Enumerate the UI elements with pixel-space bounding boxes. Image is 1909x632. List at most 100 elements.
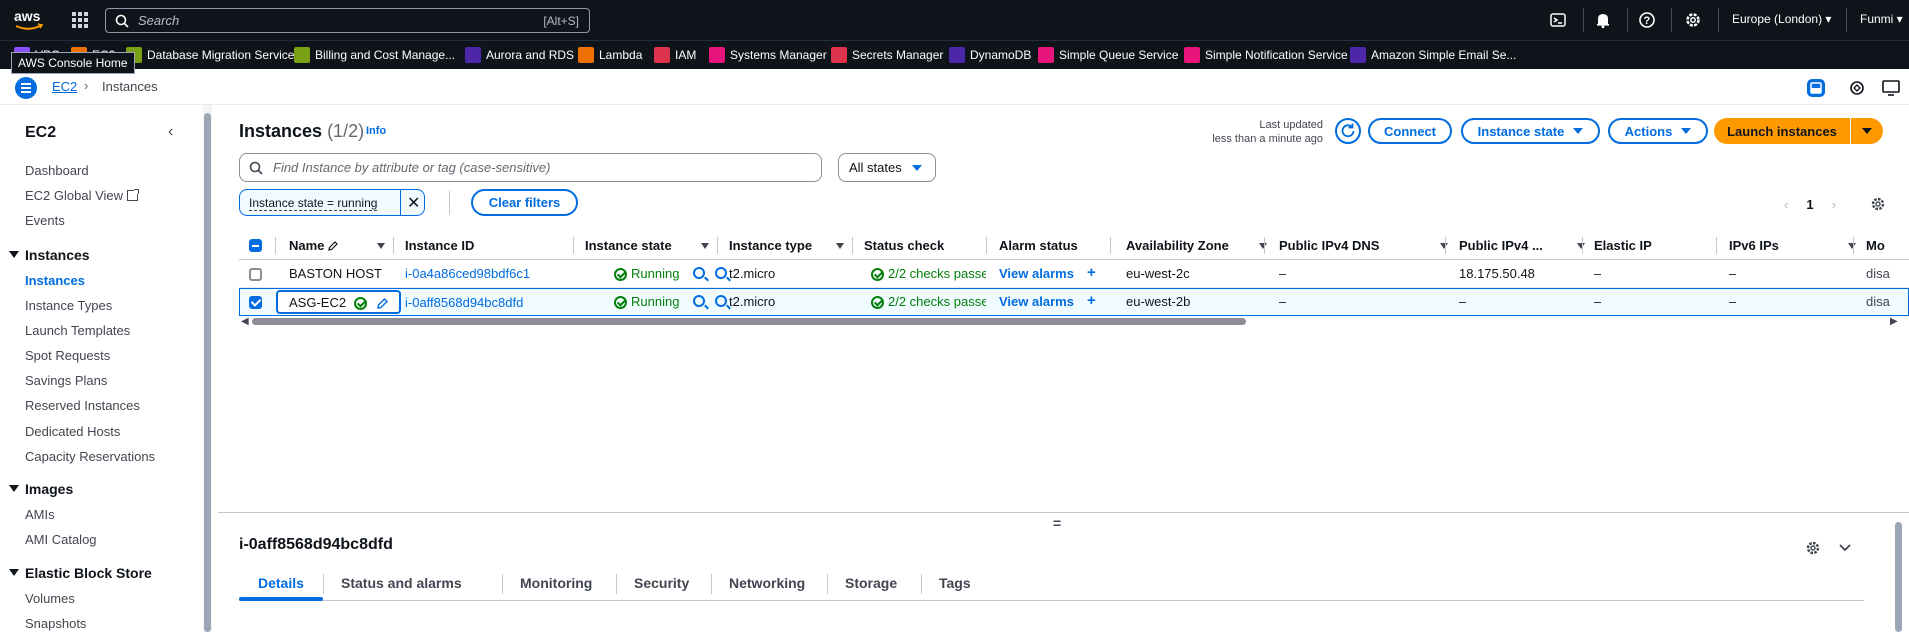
zoom-in-icon[interactable] xyxy=(693,267,705,279)
column-instance-state[interactable]: Instance state xyxy=(585,238,672,253)
sort-caret-icon[interactable] xyxy=(836,243,844,249)
confirm-check-icon[interactable] xyxy=(354,297,367,310)
close-sidenav-icon[interactable]: ‹ xyxy=(168,123,173,141)
bell-icon[interactable] xyxy=(1594,11,1612,29)
breadcrumb-ec2[interactable]: EC2 xyxy=(52,79,77,94)
search-input[interactable]: Search [Alt+S] xyxy=(105,8,590,33)
add-alarm-icon[interactable]: + xyxy=(1087,264,1096,281)
favorite-dynamodb[interactable]: DynamoDB xyxy=(949,46,1031,64)
zoom-out-icon[interactable] xyxy=(715,295,727,307)
tab-storage[interactable]: Storage xyxy=(845,575,897,591)
instance-name[interactable]: ASG-EC2 xyxy=(289,295,346,310)
favorite-lambda[interactable]: Lambda xyxy=(578,46,642,64)
favorite-rds[interactable]: Aurora and RDS xyxy=(465,46,574,64)
status-check[interactable]: 2/2 checks passec xyxy=(888,294,986,309)
column-public-dns[interactable]: Public IPv4 DNS xyxy=(1279,238,1379,253)
instance-filter-input[interactable]: Find Instance by attribute or tag (case-… xyxy=(239,153,822,182)
aws-logo-icon[interactable]: aws xyxy=(13,7,45,33)
scroll-right-icon[interactable]: ▶ xyxy=(1890,316,1898,327)
column-availability-zone[interactable]: Availability Zone xyxy=(1126,238,1229,253)
sidebar-item-snapshots[interactable]: Snapshots xyxy=(25,616,86,631)
chevron-right-icon[interactable]: › xyxy=(1832,197,1836,212)
tab-status-and-alarms[interactable]: Status and alarms xyxy=(341,575,462,591)
view-alarms-link[interactable]: View alarms xyxy=(999,266,1074,281)
column-public-ipv4[interactable]: Public IPv4 ... xyxy=(1459,238,1543,253)
sidebar-item-instance-types[interactable]: Instance Types xyxy=(25,298,112,313)
sidebar-item-volumes[interactable]: Volumes xyxy=(25,591,75,606)
sidebar-section-images[interactable]: Images xyxy=(9,481,73,497)
view-alarms-link[interactable]: View alarms xyxy=(999,294,1074,309)
cloudshell-icon[interactable] xyxy=(1549,11,1567,29)
sort-caret-icon[interactable] xyxy=(1259,243,1267,249)
instance-id-link[interactable]: i-0a4a86ced98bdf6c1 xyxy=(405,266,530,281)
row-checkbox[interactable] xyxy=(249,296,262,309)
column-status-check[interactable]: Status check xyxy=(864,238,944,253)
tab-security[interactable]: Security xyxy=(634,575,689,591)
sidebar-item-launch-templates[interactable]: Launch Templates xyxy=(25,323,130,338)
column-alarm-status[interactable]: Alarm status xyxy=(999,238,1078,253)
tab-tags[interactable]: Tags xyxy=(939,575,971,591)
chevron-down-icon[interactable] xyxy=(1838,542,1852,554)
tab-details[interactable]: Details xyxy=(258,575,304,591)
filter-token-label[interactable]: Instance state = running xyxy=(249,196,378,211)
favorite-dms[interactable]: Database Migration Service xyxy=(126,46,294,64)
refresh-button[interactable] xyxy=(1335,118,1361,144)
clear-filters-button[interactable]: Clear filters xyxy=(471,189,578,216)
sidebar-item-savings-plans[interactable]: Savings Plans xyxy=(25,373,107,388)
column-monitoring[interactable]: Mo xyxy=(1866,238,1885,253)
actions-button[interactable]: Actions xyxy=(1608,118,1708,144)
instance-state-button[interactable]: Instance state xyxy=(1461,118,1600,144)
sidebar-item-instances[interactable]: Instances xyxy=(25,273,85,288)
column-name[interactable]: Name xyxy=(289,238,324,253)
sidebar-item-ami-catalog[interactable]: AMI Catalog xyxy=(25,532,97,547)
display-icon[interactable] xyxy=(1881,78,1901,98)
launch-instances-button[interactable]: Launch instances xyxy=(1714,118,1850,144)
instance-id-link[interactable]: i-0aff8568d94bc8dfd xyxy=(405,295,523,310)
pencil-icon[interactable] xyxy=(376,297,389,310)
state-select[interactable]: All states xyxy=(838,153,936,182)
scroll-left-icon[interactable]: ◀ xyxy=(241,316,249,327)
side-menu-button[interactable] xyxy=(15,77,37,99)
filter-token[interactable]: Instance state = running ✕ xyxy=(239,189,425,216)
page-number[interactable]: 1 xyxy=(1806,197,1813,212)
column-ipv6[interactable]: IPv6 IPs xyxy=(1729,238,1779,253)
account-menu[interactable]: Funmi ▾ xyxy=(1860,12,1903,26)
info-link[interactable]: Info xyxy=(366,125,386,137)
sort-caret-icon[interactable] xyxy=(1577,243,1585,249)
connect-button[interactable]: Connect xyxy=(1368,118,1452,144)
chevron-left-icon[interactable]: ‹ xyxy=(1784,197,1788,212)
name-edit-field[interactable]: ASG-EC2 xyxy=(276,290,401,314)
split-panel-settings-gear-icon[interactable] xyxy=(1805,540,1821,556)
sort-caret-icon[interactable] xyxy=(1440,243,1448,249)
launch-instances-dropdown[interactable] xyxy=(1851,118,1883,144)
help-icon[interactable]: ? xyxy=(1638,11,1656,29)
split-panel-scrollbar[interactable] xyxy=(1893,512,1903,632)
favorite-ses[interactable]: Amazon Simple Email Se... xyxy=(1350,46,1516,64)
sort-caret-icon[interactable] xyxy=(1848,243,1856,249)
resize-handle-icon[interactable]: = xyxy=(1053,515,1061,531)
favorite-systems-manager[interactable]: Systems Manager xyxy=(709,46,827,64)
zoom-in-icon[interactable] xyxy=(693,295,705,307)
sort-caret-icon[interactable] xyxy=(701,243,709,249)
tab-networking[interactable]: Networking xyxy=(729,575,805,591)
table-horizontal-scrollbar[interactable]: ◀ ▶ xyxy=(239,316,1909,328)
settings-gear-icon[interactable] xyxy=(1684,11,1702,29)
region-selector[interactable]: Europe (London) ▾ xyxy=(1732,12,1831,26)
split-panel-toggle-icon[interactable] xyxy=(1806,78,1826,98)
tab-monitoring[interactable]: Monitoring xyxy=(520,575,592,591)
table-preferences-gear-icon[interactable] xyxy=(1870,196,1886,212)
sidebar-item-dedicated-hosts[interactable]: Dedicated Hosts xyxy=(25,424,120,439)
zoom-out-icon[interactable] xyxy=(715,267,727,279)
sidebar-item-global-view[interactable]: EC2 Global View xyxy=(25,188,139,203)
add-alarm-icon[interactable]: + xyxy=(1087,292,1096,309)
favorite-sns[interactable]: Simple Notification Service xyxy=(1184,46,1348,64)
row-checkbox[interactable] xyxy=(249,268,262,281)
sidenav-scrollbar[interactable] xyxy=(203,105,212,632)
close-icon[interactable]: ✕ xyxy=(407,193,420,213)
table-row-selected[interactable]: ASG-EC2 i-0aff8568d94bc8dfd Running t2.m… xyxy=(239,288,1909,316)
sidebar-item-amis[interactable]: AMIs xyxy=(25,507,55,522)
sidebar-item-reserved-instances[interactable]: Reserved Instances xyxy=(25,398,140,413)
notifications-settings-icon[interactable] xyxy=(1847,78,1867,98)
sidebar-item-capacity-reservations[interactable]: Capacity Reservations xyxy=(25,449,155,464)
sidebar-section-instances[interactable]: Instances xyxy=(9,247,90,263)
